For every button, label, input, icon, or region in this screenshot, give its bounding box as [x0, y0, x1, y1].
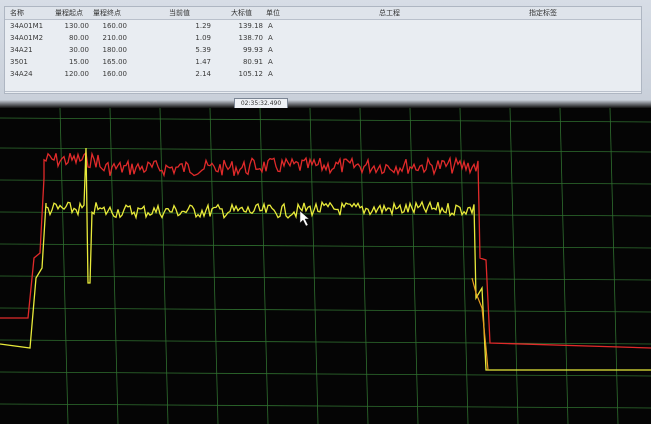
cell-range-end: 180.00: [102, 46, 128, 54]
table-row[interactable]: 34A01M1 130.00 160.00 1.29 139.18 A: [5, 20, 641, 32]
cell-name: 34A24: [10, 70, 33, 78]
cell-range-end: 160.00: [102, 22, 128, 30]
cell-current: 1.47: [195, 58, 211, 66]
cell-range-start: 15.00: [68, 58, 89, 66]
cell-range-start: 120.00: [64, 70, 90, 78]
cell-unit: A: [268, 58, 273, 66]
col-header-process[interactable]: 总工程: [379, 7, 400, 19]
table-row[interactable]: 34A24 120.00 160.00 2.14 105.12 A: [5, 68, 641, 80]
col-header-max[interactable]: 大标值: [231, 7, 252, 19]
col-header-range-end[interactable]: 量程终点: [93, 7, 121, 19]
trend-chart[interactable]: [0, 108, 651, 424]
col-header-name[interactable]: 名称: [10, 7, 24, 19]
cell-range-start: 80.00: [68, 34, 89, 42]
cell-name: 3501: [10, 58, 28, 66]
table-bottom-divider: [5, 91, 641, 92]
cell-range-end: 165.00: [102, 58, 128, 66]
cell-current: 1.09: [195, 34, 211, 42]
cell-unit: A: [268, 34, 273, 42]
cell-max: 80.91: [242, 58, 263, 66]
col-header-unit[interactable]: 单位: [266, 7, 280, 19]
cell-unit: A: [268, 22, 273, 30]
table-row[interactable]: 3501 15.00 165.00 1.47 80.91 A: [5, 56, 641, 68]
cell-max: 105.12: [238, 70, 264, 78]
cell-range-start: 30.00: [68, 46, 89, 54]
cell-max: 138.70: [238, 34, 264, 42]
cell-current: 5.39: [195, 46, 211, 54]
col-header-range-start[interactable]: 量程起点: [55, 7, 83, 19]
table-row[interactable]: 34A21 30.00 180.00 5.39 99.93 A: [5, 44, 641, 56]
cell-max: 139.18: [238, 22, 264, 30]
cell-max: 99.93: [242, 46, 263, 54]
cell-name: 34A21: [10, 46, 33, 54]
col-header-current[interactable]: 当前值: [169, 7, 190, 19]
cell-current: 2.14: [195, 70, 211, 78]
col-header-tag[interactable]: 指定标签: [529, 7, 557, 19]
cell-unit: A: [268, 46, 273, 54]
cell-range-end: 210.00: [102, 34, 128, 42]
cell-current: 1.29: [195, 22, 211, 30]
cell-range-end: 160.00: [102, 70, 128, 78]
cell-unit: A: [268, 70, 273, 78]
table-header: 名称 量程起点 量程终点 当前值 大标值 单位 总工程 指定标签: [5, 7, 641, 20]
table-row[interactable]: 34A01M2 80.00 210.00 1.09 138.70 A: [5, 32, 641, 44]
data-table: 名称 量程起点 量程终点 当前值 大标值 单位 总工程 指定标签 34A01M1…: [4, 6, 642, 94]
cell-range-start: 130.00: [64, 22, 90, 30]
cell-name: 34A01M1: [10, 22, 44, 30]
cell-name: 34A01M2: [10, 34, 44, 42]
screen: 名称 量程起点 量程终点 当前值 大标值 单位 总工程 指定标签 34A01M1…: [0, 0, 651, 424]
